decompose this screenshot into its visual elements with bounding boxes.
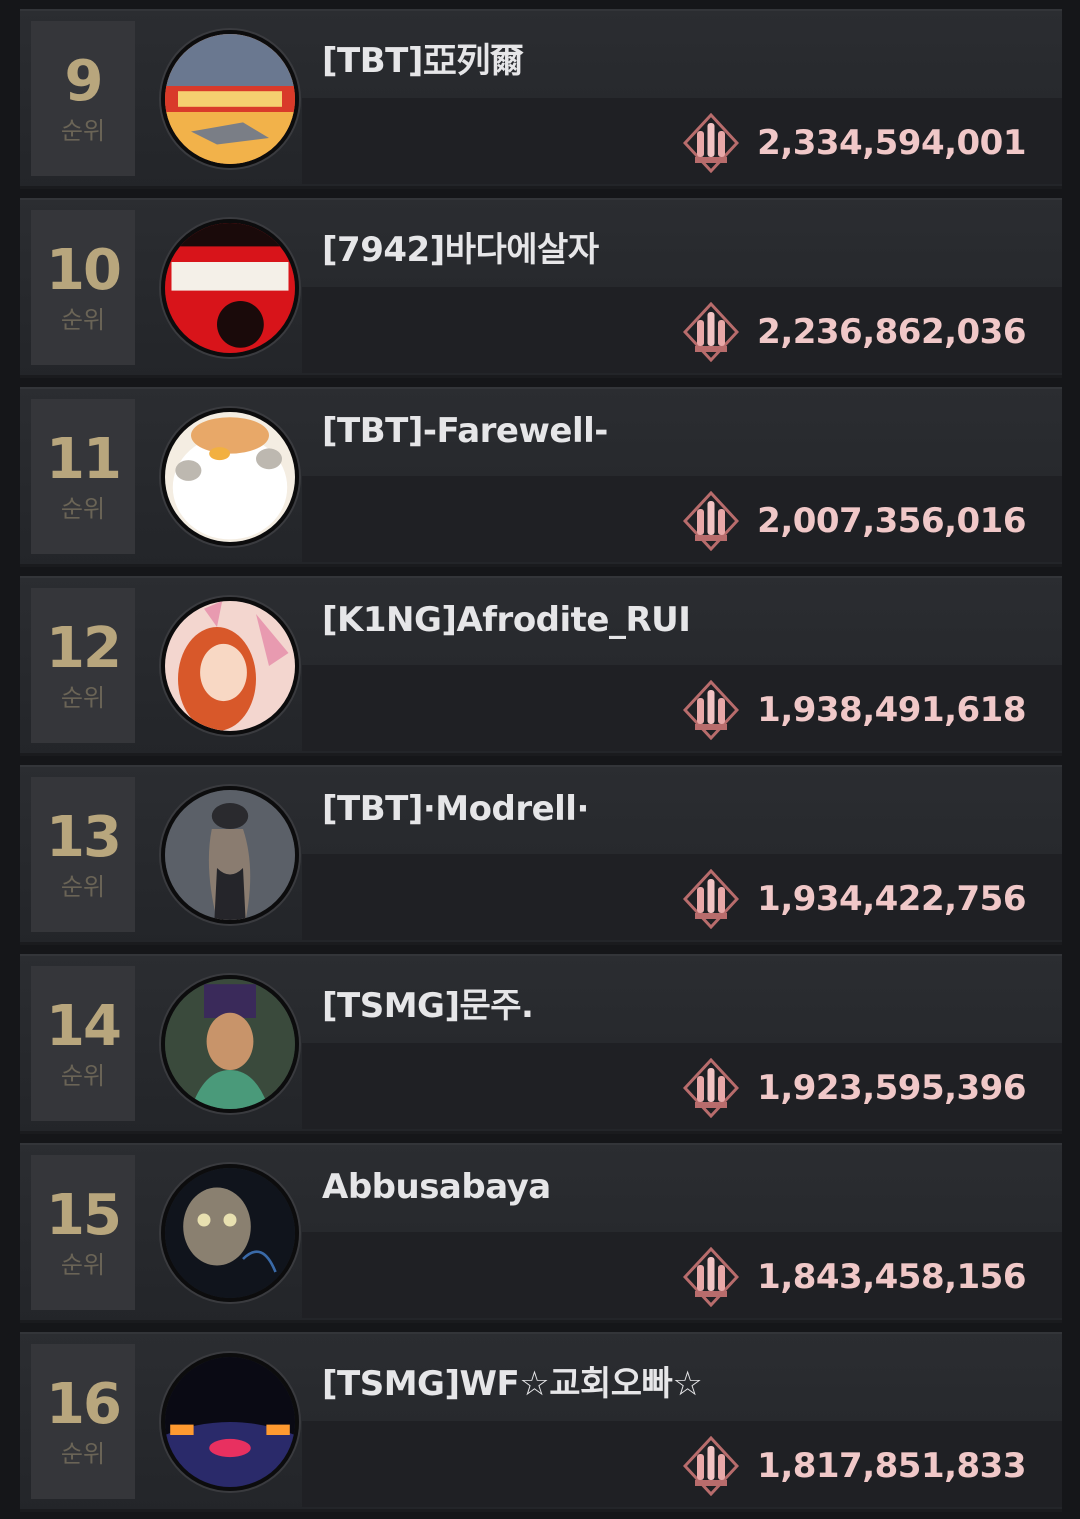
score-group: 2,334,594,001: [683, 113, 1026, 173]
player-score: 2,007,356,016: [757, 501, 1026, 541]
avatar[interactable]: [161, 786, 299, 924]
leaderboard-row[interactable]: 11 순위 [TBT]-Farewell- 2,007,356,016: [20, 387, 1062, 567]
ammo-bullets-icon: [683, 869, 740, 929]
rank-badge: 11 순위: [31, 399, 135, 554]
rank-label: 순위: [60, 305, 106, 334]
rank-badge: 10 순위: [31, 210, 135, 365]
player-name: [TBT]-Farewell-: [322, 411, 608, 451]
leaderboard-row[interactable]: 10 순위 [7942]바다에살자 2,236,862,036: [20, 198, 1062, 378]
rank-badge: 14 순위: [31, 966, 135, 1121]
rank-number: 12: [46, 615, 122, 681]
rank-badge: 9 순위: [31, 21, 135, 176]
leaderboard-row[interactable]: 12 순위 [K1NG]Afrodite_RUI 1,938,491,618: [20, 576, 1062, 756]
rank-badge: 16 순위: [31, 1344, 135, 1499]
rank-label: 순위: [60, 1061, 106, 1090]
leaderboard-row[interactable]: 15 순위 Abbusabaya 1,843,458,156: [20, 1143, 1062, 1323]
player-score: 2,334,594,001: [757, 123, 1026, 163]
player-score: 1,817,851,833: [757, 1446, 1026, 1486]
player-score: 1,923,595,396: [757, 1068, 1026, 1108]
score-group: 1,923,595,396: [683, 1058, 1026, 1118]
leaderboard-row[interactable]: 14 순위 [TSMG]문주. 1,923,595,396: [20, 954, 1062, 1134]
rank-number: 13: [46, 804, 122, 870]
ammo-bullets-icon: [683, 1436, 740, 1496]
ammo-bullets-icon: [683, 113, 740, 173]
player-score: 2,236,862,036: [757, 312, 1026, 352]
rank-label: 순위: [60, 872, 106, 901]
player-name: [7942]바다에살자: [322, 230, 599, 270]
player-name: [TBT]亞列爾: [322, 41, 524, 81]
avatar[interactable]: [161, 30, 299, 168]
ammo-bullets-icon: [683, 1247, 740, 1307]
avatar[interactable]: [161, 975, 299, 1113]
rank-number: 11: [46, 426, 122, 492]
avatar[interactable]: [161, 597, 299, 735]
player-name: [TSMG]문주.: [322, 986, 534, 1026]
rank-number: 9: [64, 48, 104, 114]
score-group: 1,938,491,618: [683, 680, 1026, 740]
ammo-bullets-icon: [683, 491, 740, 551]
rank-label: 순위: [60, 1439, 106, 1468]
rank-label: 순위: [60, 1250, 106, 1279]
leaderboard-row[interactable]: 9 순위 [TBT]亞列爾 2,334,594,001: [20, 9, 1062, 189]
rank-number: 16: [46, 1371, 122, 1437]
player-score: 1,934,422,756: [757, 879, 1026, 919]
player-name: [K1NG]Afrodite_RUI: [322, 600, 691, 640]
rank-badge: 12 순위: [31, 588, 135, 743]
ammo-bullets-icon: [683, 1058, 740, 1118]
avatar[interactable]: [161, 1353, 299, 1491]
player-score: 1,938,491,618: [757, 690, 1026, 730]
score-group: 1,934,422,756: [683, 869, 1026, 929]
rank-label: 순위: [60, 494, 106, 523]
ammo-bullets-icon: [683, 302, 740, 362]
rank-number: 14: [46, 993, 122, 1059]
avatar[interactable]: [161, 219, 299, 357]
rank-number: 15: [46, 1182, 122, 1248]
ammo-bullets-icon: [683, 680, 740, 740]
leaderboard-row[interactable]: 16 순위 [TSMG]WF☆교회오빠☆ 1,817,851,833: [20, 1332, 1062, 1512]
leaderboard: 9 순위 [TBT]亞列爾 2,334,594,001 10 순위 [7942]…: [0, 0, 1080, 1519]
rank-label: 순위: [60, 116, 106, 145]
player-name: [TBT]·Modrell·: [322, 789, 589, 829]
score-group: 1,843,458,156: [683, 1247, 1026, 1307]
score-group: 2,007,356,016: [683, 491, 1026, 551]
player-name: [TSMG]WF☆교회오빠☆: [322, 1364, 703, 1404]
score-group: 1,817,851,833: [683, 1436, 1026, 1496]
rank-number: 10: [46, 237, 122, 303]
avatar[interactable]: [161, 1164, 299, 1302]
player-name: Abbusabaya: [322, 1167, 551, 1207]
rank-badge: 13 순위: [31, 777, 135, 932]
player-score: 1,843,458,156: [757, 1257, 1026, 1297]
score-group: 2,236,862,036: [683, 302, 1026, 362]
leaderboard-row[interactable]: 13 순위 [TBT]·Modrell· 1,934,422,756: [20, 765, 1062, 945]
avatar[interactable]: [161, 408, 299, 546]
rank-label: 순위: [60, 683, 106, 712]
rank-badge: 15 순위: [31, 1155, 135, 1310]
